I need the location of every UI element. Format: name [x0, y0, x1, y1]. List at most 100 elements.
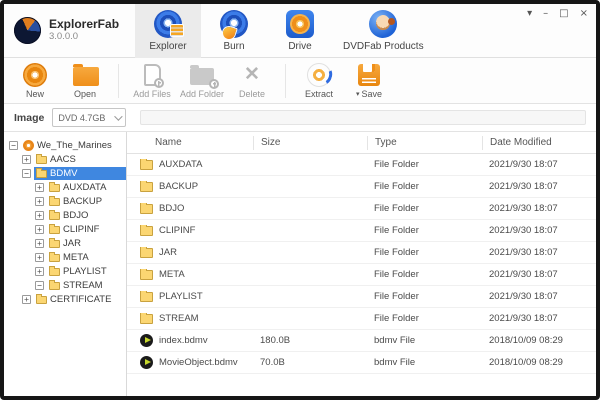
file-name: PLAYLIST	[159, 291, 203, 302]
table-row[interactable]: PLAYLIST File Folder 2021/9/30 18:07	[127, 286, 596, 308]
nav-tab-label: Burn	[223, 41, 245, 52]
tab-explorer[interactable]: Explorer	[135, 4, 201, 58]
tree-node[interactable]: We_The_Marines	[21, 139, 126, 152]
table-row[interactable]: MovieObject.bdmv 70.0B bdmv File 2018/10/09…	[127, 352, 596, 374]
tree-item-label: BACKUP	[63, 195, 103, 207]
tree-item-stream[interactable]: − STREAM	[4, 278, 126, 292]
close-icon[interactable]: ×	[580, 9, 588, 19]
media-file-icon	[140, 356, 153, 369]
tree-node[interactable]: CERTIFICATE	[34, 293, 126, 306]
minimize-icon[interactable]: –	[543, 9, 548, 19]
toolbar: New Open Add Files Add Folder ✕ Delete E…	[4, 58, 596, 104]
tree-item-clipinf[interactable]: + CLIPINF	[4, 222, 126, 236]
expand-icon[interactable]: +	[35, 182, 44, 192]
tree-item-label: AUXDATA	[63, 181, 107, 193]
tree-item-jar[interactable]: + JAR	[4, 236, 126, 250]
add-files-button[interactable]: Add Files	[127, 63, 177, 99]
column-header-type[interactable]: Type	[367, 135, 482, 150]
tab-drive[interactable]: Drive	[267, 4, 333, 58]
table-row[interactable]: JAR File Folder 2021/9/30 18:07	[127, 242, 596, 264]
tree-node[interactable]: BACKUP	[47, 195, 126, 208]
table-row[interactable]: STREAM File Folder 2021/9/30 18:07	[127, 308, 596, 330]
table-row[interactable]: AUXDATA File Folder 2021/9/30 18:07	[127, 154, 596, 176]
drive-icon	[286, 10, 314, 38]
extract-button[interactable]: Extract	[294, 62, 344, 99]
file-name: BDJO	[159, 203, 185, 214]
tab-dvdfab-products[interactable]: DVDFab Products	[333, 4, 434, 58]
burn-disc-icon	[220, 10, 248, 41]
new-button[interactable]: New	[10, 62, 60, 99]
file-type: File Folder	[374, 313, 419, 324]
file-type: bdmv File	[374, 335, 416, 346]
tool-label: Add Folder	[179, 88, 225, 99]
table-row[interactable]: BDJO File Folder 2021/9/30 18:07	[127, 198, 596, 220]
column-header-size[interactable]: Size	[253, 135, 367, 150]
folder-icon	[49, 181, 60, 192]
tree-item-bdjo[interactable]: + BDJO	[4, 208, 126, 222]
expand-icon[interactable]: +	[35, 252, 44, 262]
save-label: Save	[361, 88, 383, 99]
delete-x-icon: ✕	[244, 63, 260, 85]
table-row[interactable]: META File Folder 2021/9/30 18:07	[127, 264, 596, 286]
folder-icon	[140, 313, 153, 324]
maximize-icon[interactable]: □	[559, 9, 568, 19]
add-folder-button[interactable]: Add Folder	[177, 63, 227, 99]
table-row[interactable]: index.bdmv 180.0B bdmv File 2018/10/09 08:2…	[127, 330, 596, 352]
expand-icon[interactable]: +	[22, 294, 31, 304]
column-header-date-modified[interactable]: Date Modified	[482, 135, 596, 150]
folder-icon	[49, 265, 60, 276]
tree-item-auxdata[interactable]: + AUXDATA	[4, 180, 126, 194]
collapse-icon[interactable]: −	[22, 168, 31, 178]
chevron-down-icon[interactable]: ▾	[356, 90, 360, 98]
tree-item-certificate[interactable]: + CERTIFICATE	[4, 292, 126, 306]
main-nav: Explorer Burn Drive DVDFab Products	[135, 4, 434, 58]
tree-item-playlist[interactable]: + PLAYLIST	[4, 264, 126, 278]
tree-node[interactable]: META	[47, 251, 126, 264]
file-name: index.bdmv	[159, 335, 208, 346]
tab-burn[interactable]: Burn	[201, 4, 267, 58]
tree-node[interactable]: JAR	[47, 237, 126, 250]
tree-item-we_the_marines[interactable]: − We_The_Marines	[4, 138, 126, 152]
expand-icon[interactable]: +	[35, 238, 44, 248]
folder-icon	[49, 223, 60, 234]
expand-icon[interactable]: +	[35, 266, 44, 276]
add-file-icon	[140, 63, 164, 88]
tree-node[interactable]: PLAYLIST	[47, 265, 126, 278]
disc-icon	[23, 139, 34, 151]
tree-item-aacs[interactable]: + AACS	[4, 152, 126, 166]
delete-button[interactable]: ✕ Delete	[227, 63, 277, 99]
file-size: 70.0B	[260, 357, 285, 368]
tree-node[interactable]: CLIPINF	[47, 223, 126, 236]
table-row[interactable]: BACKUP File Folder 2021/9/30 18:07	[127, 176, 596, 198]
image-bar: Image DVD 4.7GB	[4, 104, 596, 132]
tree-node[interactable]: BDMV	[34, 166, 126, 180]
window-menu-icon[interactable]: ▾	[527, 9, 532, 19]
add-folder-icon	[190, 63, 219, 89]
expand-icon[interactable]: +	[35, 224, 44, 234]
open-button[interactable]: Open	[60, 63, 110, 99]
tree-node[interactable]: AACS	[34, 153, 126, 166]
dvdfab-monkey-icon	[369, 10, 398, 38]
expand-icon[interactable]: +	[22, 154, 31, 164]
tree-item-meta[interactable]: + META	[4, 250, 126, 264]
file-type: File Folder	[374, 269, 419, 280]
tree-node[interactable]: AUXDATA	[47, 181, 126, 194]
file-date-modified: 2021/9/30 18:07	[489, 203, 558, 214]
tree-node[interactable]: BDJO	[47, 209, 126, 222]
save-button[interactable]: ▾ Save	[344, 63, 394, 99]
expand-icon[interactable]: +	[35, 210, 44, 220]
expand-icon[interactable]: +	[35, 196, 44, 206]
tree-item-backup[interactable]: + BACKUP	[4, 194, 126, 208]
tool-label: Add Files	[133, 88, 171, 99]
explorer-disc-icon	[154, 10, 183, 38]
tree-item-bdmv[interactable]: − BDMV	[4, 166, 126, 180]
list-lines-icon	[171, 25, 183, 36]
collapse-icon[interactable]: −	[9, 140, 18, 150]
image-size-select[interactable]: DVD 4.7GB	[52, 108, 127, 127]
file-date-modified: 2021/9/30 18:07	[489, 181, 558, 192]
tree-node[interactable]: STREAM	[47, 279, 126, 292]
nav-tab-label: Drive	[288, 41, 312, 52]
column-header-name[interactable]: Name	[127, 136, 253, 150]
collapse-icon[interactable]: −	[35, 280, 44, 290]
table-row[interactable]: CLIPINF File Folder 2021/9/30 18:07	[127, 220, 596, 242]
